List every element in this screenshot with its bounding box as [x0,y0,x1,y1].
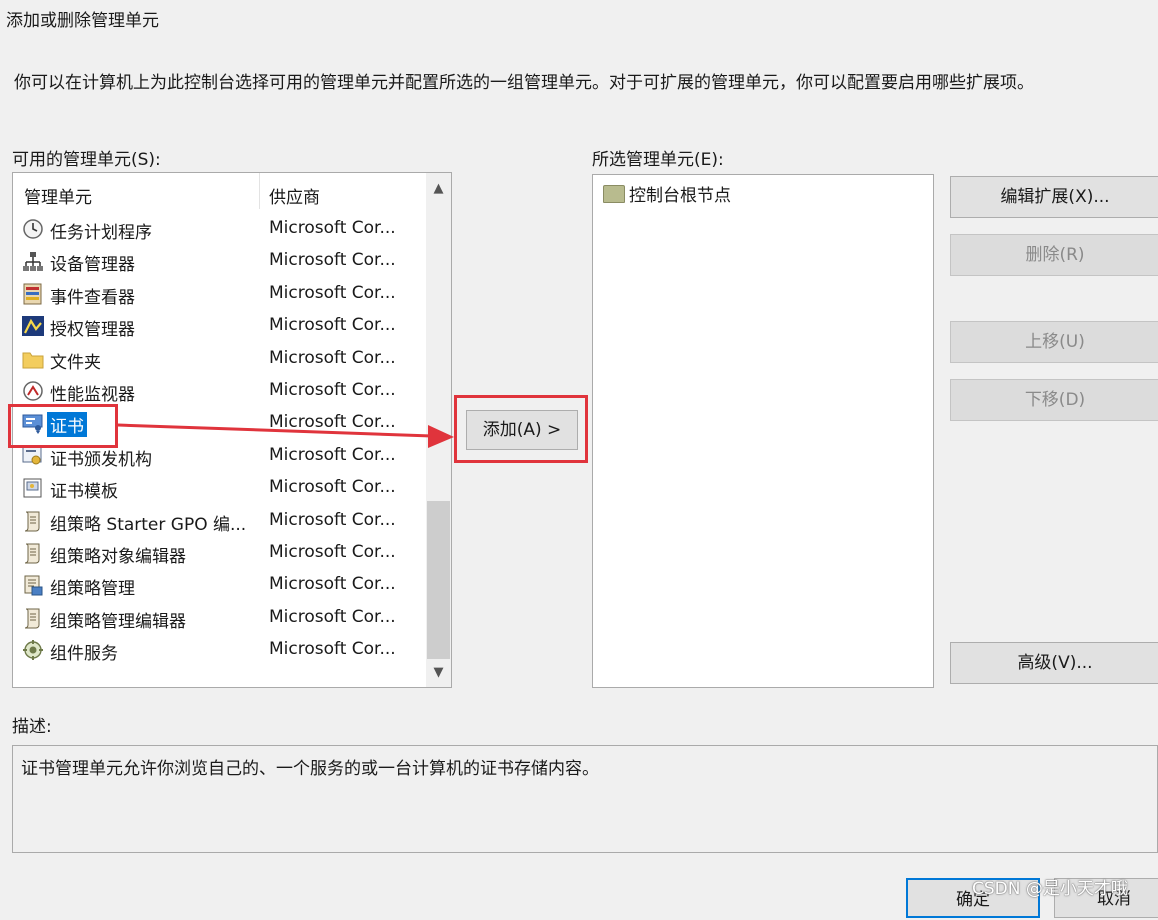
watermark: CSDN @是小天才哦 [972,879,1128,899]
annotation-arrow [117,423,454,448]
